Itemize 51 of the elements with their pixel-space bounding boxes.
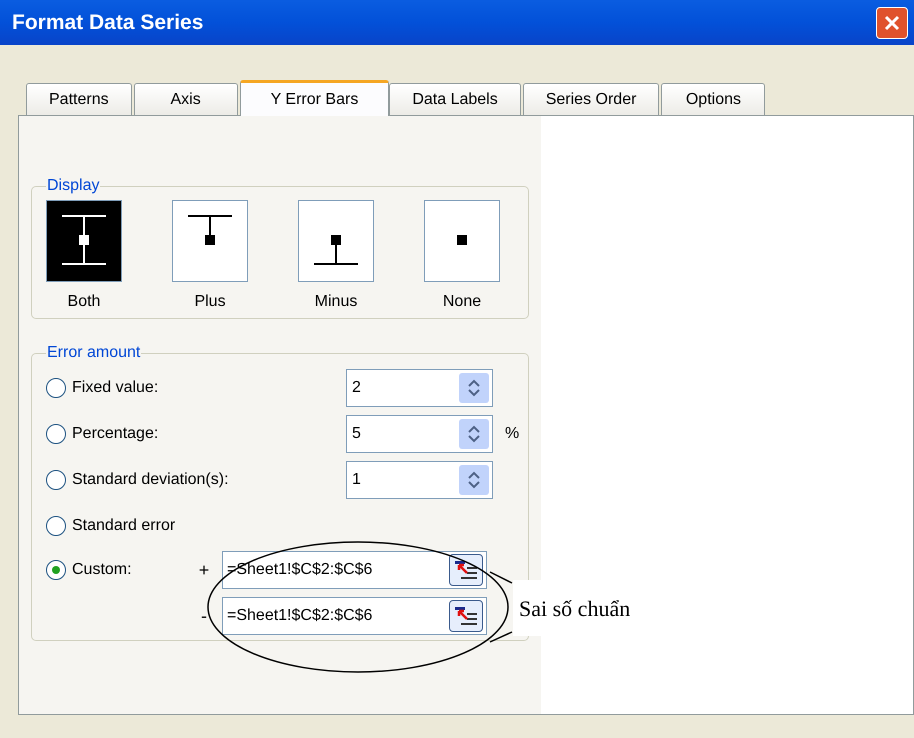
up-down-arrows-icon [467, 470, 481, 490]
radio-label: Percentage: [72, 424, 158, 444]
callout-text: Sai số chuẩn [519, 594, 630, 622]
collapse-dialog-button[interactable] [449, 600, 483, 632]
window-title: Format Data Series [12, 10, 204, 36]
close-button[interactable] [876, 6, 908, 38]
group-label: Display [46, 176, 100, 196]
range-select-icon [453, 559, 479, 581]
number-field[interactable]: 2 [346, 369, 493, 407]
display-option[interactable] [298, 200, 374, 282]
plus-bar-icon [188, 215, 232, 245]
leader-line [489, 571, 513, 643]
tab[interactable]: Y Error Bars [240, 80, 390, 116]
sign-label: - [200, 604, 208, 628]
option-label: Plus [194, 292, 226, 312]
tab[interactable]: Data Labels [389, 83, 521, 115]
tab[interactable]: Options [661, 83, 766, 115]
point-icon [457, 235, 467, 245]
option-label: Both [68, 292, 100, 312]
radio-button[interactable] [46, 378, 66, 398]
tab[interactable]: Axis [134, 83, 238, 115]
option-label: Minus [314, 292, 358, 312]
radio-label: Custom: [72, 560, 132, 580]
tab[interactable]: Patterns [26, 83, 132, 115]
unit-label: % [505, 424, 520, 444]
up-down-arrows-icon [467, 378, 481, 398]
display-option[interactable] [46, 200, 122, 282]
option-label: None [442, 292, 482, 312]
minus-bar-icon [314, 235, 358, 265]
radio-label: Standard error [72, 516, 176, 536]
close-icon [883, 14, 901, 32]
both-bars-icon [62, 215, 106, 265]
display-option[interactable] [172, 200, 248, 282]
spin-button[interactable] [459, 373, 489, 403]
radio-button[interactable] [46, 516, 66, 536]
radio-button[interactable] [46, 560, 66, 580]
up-down-arrows-icon [467, 424, 481, 444]
group-label: Error amount [46, 343, 142, 363]
range-field[interactable]: =Sheet1!$C$2:$C$6 [222, 597, 487, 635]
radio-button[interactable] [46, 470, 66, 490]
number-field[interactable]: 1 [346, 461, 493, 499]
range-select-icon [453, 605, 479, 627]
collapse-dialog-button[interactable] [449, 554, 483, 586]
tab[interactable]: Series Order [522, 83, 660, 115]
spin-button[interactable] [459, 465, 489, 495]
number-field[interactable]: 5 [346, 415, 493, 453]
radio-button[interactable] [46, 424, 66, 444]
radio-label: Fixed value: [72, 378, 158, 398]
radio-label: Standard deviation(s): [72, 470, 229, 490]
spin-button[interactable] [459, 419, 489, 449]
sign-label: + [198, 558, 210, 582]
